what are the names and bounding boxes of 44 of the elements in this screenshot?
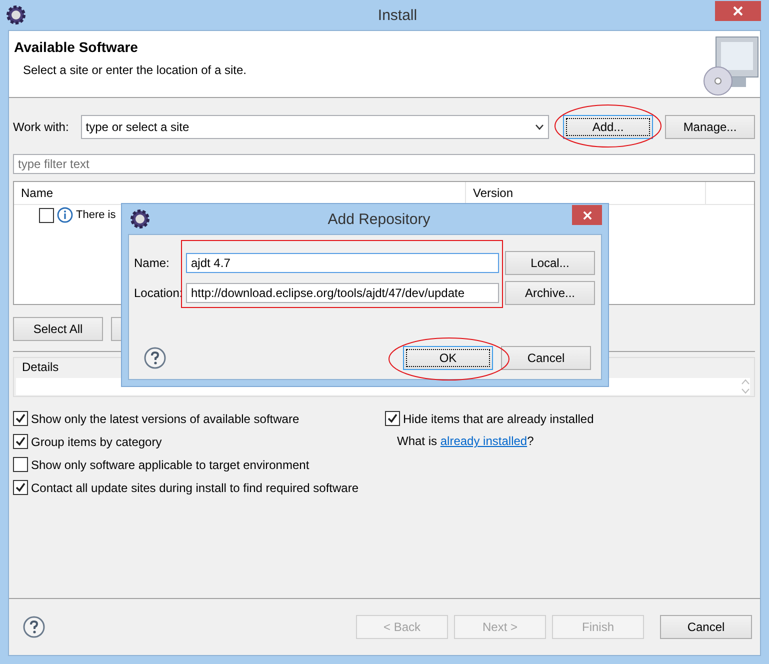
installed-sentence: What is already installed? xyxy=(396,434,535,449)
filter-field[interactable]: type filter text xyxy=(13,154,755,174)
checkbox[interactable] xyxy=(13,434,28,449)
field-label: Location: xyxy=(134,286,184,300)
checkbox[interactable] xyxy=(385,411,400,426)
table-cell: There is xyxy=(76,209,116,221)
text-field[interactable]: http://download.eclipse.org/tools/ajdt/47/dev/update xyxy=(186,283,499,303)
option-label: Show only the latest versions of available software xyxy=(31,412,300,426)
scrollbar-arrows-icon xyxy=(741,378,750,395)
text-field[interactable]: ajdt 4.7 xyxy=(186,253,499,273)
checkbox[interactable] xyxy=(13,480,28,495)
wizard-button[interactable]: Cancel xyxy=(660,615,752,639)
option-label: Show only software applicable to target environment xyxy=(31,458,310,472)
browse-button[interactable]: Local... xyxy=(505,251,595,275)
checkbox[interactable] xyxy=(39,208,54,222)
window-title: Install xyxy=(376,6,418,24)
page-title: Available Software xyxy=(14,39,139,55)
checkbox[interactable] xyxy=(13,457,28,472)
app-icon xyxy=(130,209,150,229)
select-all-button[interactable]: Select All xyxy=(13,317,103,341)
checkbox[interactable] xyxy=(13,411,28,426)
field-label: Name: xyxy=(134,256,170,270)
option-label: Group items by category xyxy=(31,434,162,448)
close-icon xyxy=(582,210,592,220)
browse-button[interactable]: Archive... xyxy=(505,281,595,305)
page-subtitle: Select a site or enter the location of a site. xyxy=(23,63,248,77)
dialog-button[interactable]: OK xyxy=(403,346,493,370)
option-label: Contact all update sites during install to find required software xyxy=(31,480,359,494)
option-label: Hide items that are already installed xyxy=(403,412,594,426)
close-button[interactable] xyxy=(572,205,602,225)
close-button[interactable] xyxy=(715,1,761,21)
installed-link[interactable]: already installed xyxy=(440,434,528,448)
app-icon xyxy=(6,5,26,25)
info-icon xyxy=(57,207,73,223)
help-icon[interactable] xyxy=(144,347,166,369)
help-icon[interactable] xyxy=(23,616,45,638)
dialog-title: Add Repository xyxy=(326,210,432,228)
group-label: Details xyxy=(22,360,60,374)
field-label: Work with: xyxy=(13,120,69,134)
site-combo-box[interactable]: type or select a site xyxy=(80,115,549,139)
close-icon xyxy=(733,6,743,16)
dialog-button[interactable]: Add... xyxy=(563,115,653,139)
dialog-button[interactable]: Manage... xyxy=(665,115,755,139)
dialog-button[interactable]: Cancel xyxy=(501,346,591,370)
